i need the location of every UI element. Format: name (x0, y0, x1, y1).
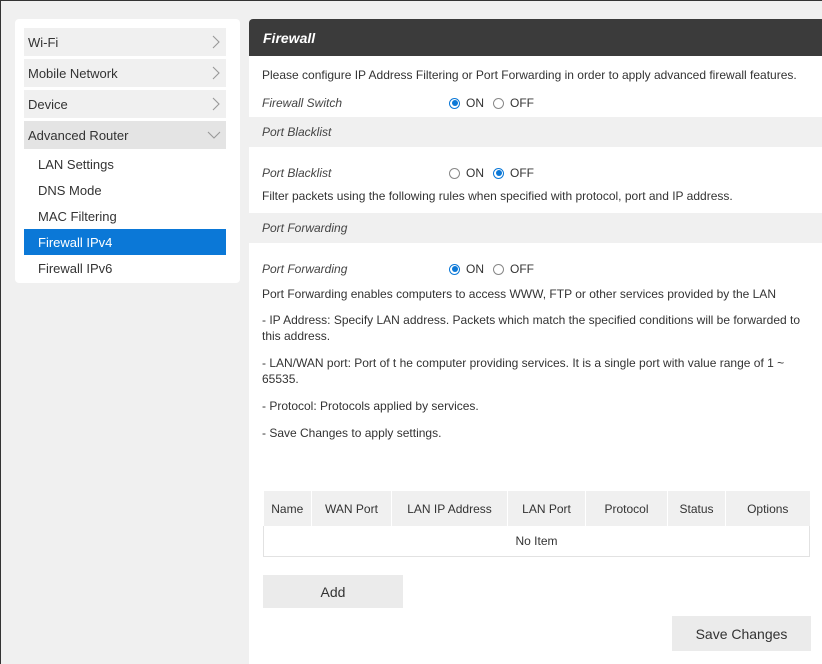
port-blacklist-on-radio[interactable] (449, 167, 460, 179)
sidebar-item-label: Wi-Fi (28, 34, 59, 50)
add-button[interactable]: Add (263, 575, 403, 608)
firewall-switch-label: Firewall Switch (262, 96, 343, 110)
firewall-switch-off-radio[interactable] (493, 97, 504, 109)
note-ip-address: - IP Address: Specify LAN address. Packe… (262, 313, 801, 343)
port-forwarding-section: Port Forwarding (249, 213, 822, 243)
table-row: No Item (263, 526, 810, 557)
port-blacklist-row: Port Blacklist ON OFF (249, 163, 822, 183)
note-protocol: - Protocol: Protocols applied by service… (262, 399, 479, 413)
sidebar-subitem-dns-mode[interactable]: DNS Mode (24, 177, 226, 203)
empty-table-message: No Item (263, 526, 810, 557)
port-blacklist-group: ON OFF (449, 166, 543, 180)
column-header-wan-port: WAN Port (311, 491, 392, 526)
column-header-lan-ip: LAN IP Address (391, 491, 508, 526)
sidebar-item-advanced-router[interactable]: Advanced Router (24, 121, 226, 149)
column-header-protocol: Protocol (585, 491, 668, 526)
sidebar-item-mobile-network[interactable]: Mobile Network (24, 59, 226, 87)
sidebar-subitem-lan-settings[interactable]: LAN Settings (24, 151, 226, 177)
note-save-changes: - Save Changes to apply settings. (262, 426, 442, 440)
port-forwarding-table: Name WAN Port LAN IP Address LAN Port Pr… (263, 491, 810, 557)
sidebar-subitem-firewall-ipv6[interactable]: Firewall IPv6 (24, 255, 226, 281)
sidebar-item-label: Mobile Network (28, 65, 118, 81)
port-blacklist-off-label: OFF (510, 166, 534, 180)
sidebar-subitem-firewall-ipv4[interactable]: Firewall IPv4 (24, 229, 226, 255)
port-blacklist-section: Port Blacklist (249, 117, 822, 147)
sidebar-item-device[interactable]: Device (24, 90, 226, 118)
firewall-switch-on-radio[interactable] (449, 97, 460, 109)
sidebar: Wi-Fi Mobile Network Device Advanced Rou… (15, 19, 240, 283)
column-header-options: Options (725, 491, 810, 526)
column-header-status: Status (667, 491, 726, 526)
firewall-switch-off-label: OFF (510, 96, 534, 110)
port-blacklist-off-radio[interactable] (493, 167, 504, 179)
table-header-row: Name WAN Port LAN IP Address LAN Port Pr… (263, 491, 810, 526)
save-changes-button[interactable]: Save Changes (672, 616, 811, 651)
port-forwarding-row: Port Forwarding ON OFF (249, 259, 822, 279)
port-blacklist-label: Port Blacklist (262, 166, 332, 180)
intro-text: Please configure IP Address Filtering or… (262, 68, 797, 82)
sidebar-subitem-mac-filtering[interactable]: MAC Filtering (24, 203, 226, 229)
chevron-down-icon (206, 127, 222, 143)
firewall-switch-row: Firewall Switch ON OFF (249, 93, 822, 113)
note-lan-wan-port: - LAN/WAN port: Port of t he computer pr… (262, 356, 785, 386)
port-forwarding-label: Port Forwarding (262, 262, 348, 276)
main-panel: Firewall Please configure IP Address Fil… (249, 19, 822, 664)
port-blacklist-on-label: ON (466, 166, 484, 180)
sidebar-item-label: Advanced Router (28, 127, 129, 143)
chevron-right-icon (210, 96, 222, 112)
page-title: Firewall (249, 19, 822, 56)
column-header-lan-port: LAN Port (507, 491, 586, 526)
port-forwarding-off-radio[interactable] (493, 263, 504, 275)
sidebar-item-label: Device (28, 96, 68, 112)
firewall-switch-group: ON OFF (449, 96, 543, 110)
port-forwarding-off-label: OFF (510, 262, 534, 276)
chevron-right-icon (210, 65, 222, 81)
firewall-switch-on-label: ON (466, 96, 484, 110)
forwarding-description: Port Forwarding enables computers to acc… (262, 287, 776, 301)
port-forwarding-group: ON OFF (449, 262, 543, 276)
column-header-name: Name (263, 491, 312, 526)
chevron-right-icon (210, 34, 222, 50)
blacklist-description: Filter packets using the following rules… (262, 189, 733, 203)
port-forwarding-on-radio[interactable] (449, 263, 460, 275)
sidebar-item-wifi[interactable]: Wi-Fi (24, 28, 226, 56)
port-forwarding-on-label: ON (466, 262, 484, 276)
